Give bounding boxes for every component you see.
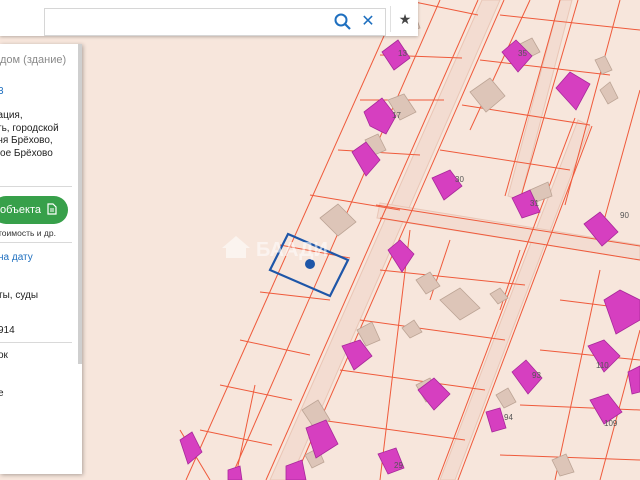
object-address: рация, сть, городской вня Брёхово, шое Б… (0, 110, 59, 159)
lot-label: 30 (455, 175, 464, 184)
lot-label: 93 (532, 371, 541, 380)
lot-label: 31 (530, 199, 539, 208)
watermark: БААДИ (222, 236, 328, 261)
date-link[interactable]: на дату (0, 252, 33, 263)
star-icon[interactable]: ★ (394, 8, 416, 32)
info-text: ты, суды (0, 290, 39, 301)
number-link[interactable]: 3 (0, 86, 4, 97)
close-icon[interactable]: ✕ (359, 12, 377, 32)
report-button-label: объекта (0, 204, 42, 216)
divider (390, 6, 391, 32)
search-input[interactable] (47, 11, 331, 33)
lot-label: 110 (596, 361, 609, 370)
search-icon[interactable] (333, 12, 353, 32)
top-bar: ✕ ★ (0, 0, 418, 36)
info-text: ок (0, 350, 8, 361)
lot-label: 94 (504, 413, 513, 422)
cadastral-map[interactable]: БААДИ 13 17 35 30 31 90 93 110 94 109 29 (0, 0, 640, 480)
watermark-text: БААДИ (256, 239, 328, 261)
divider (0, 342, 72, 343)
info-text: е (0, 388, 4, 399)
info-panel: дом (здание) 3 рация, сть, городской вня… (0, 44, 82, 474)
info-text: 914 (0, 325, 15, 336)
lot-label: 90 (620, 211, 629, 220)
report-note: тоимость и др. (0, 228, 56, 238)
lot-label: 29 (394, 461, 403, 470)
divider (0, 186, 72, 187)
object-type: дом (здание) (0, 54, 67, 66)
document-icon (47, 203, 57, 215)
lot-label: 109 (604, 419, 618, 428)
search-box: ✕ (44, 8, 386, 36)
panel-scrollbar[interactable] (78, 44, 82, 364)
report-button[interactable]: объекта (0, 196, 68, 224)
lot-label: 17 (392, 111, 401, 120)
lot-label: 13 (398, 49, 407, 58)
divider (0, 242, 72, 243)
lot-label: 35 (518, 49, 527, 58)
